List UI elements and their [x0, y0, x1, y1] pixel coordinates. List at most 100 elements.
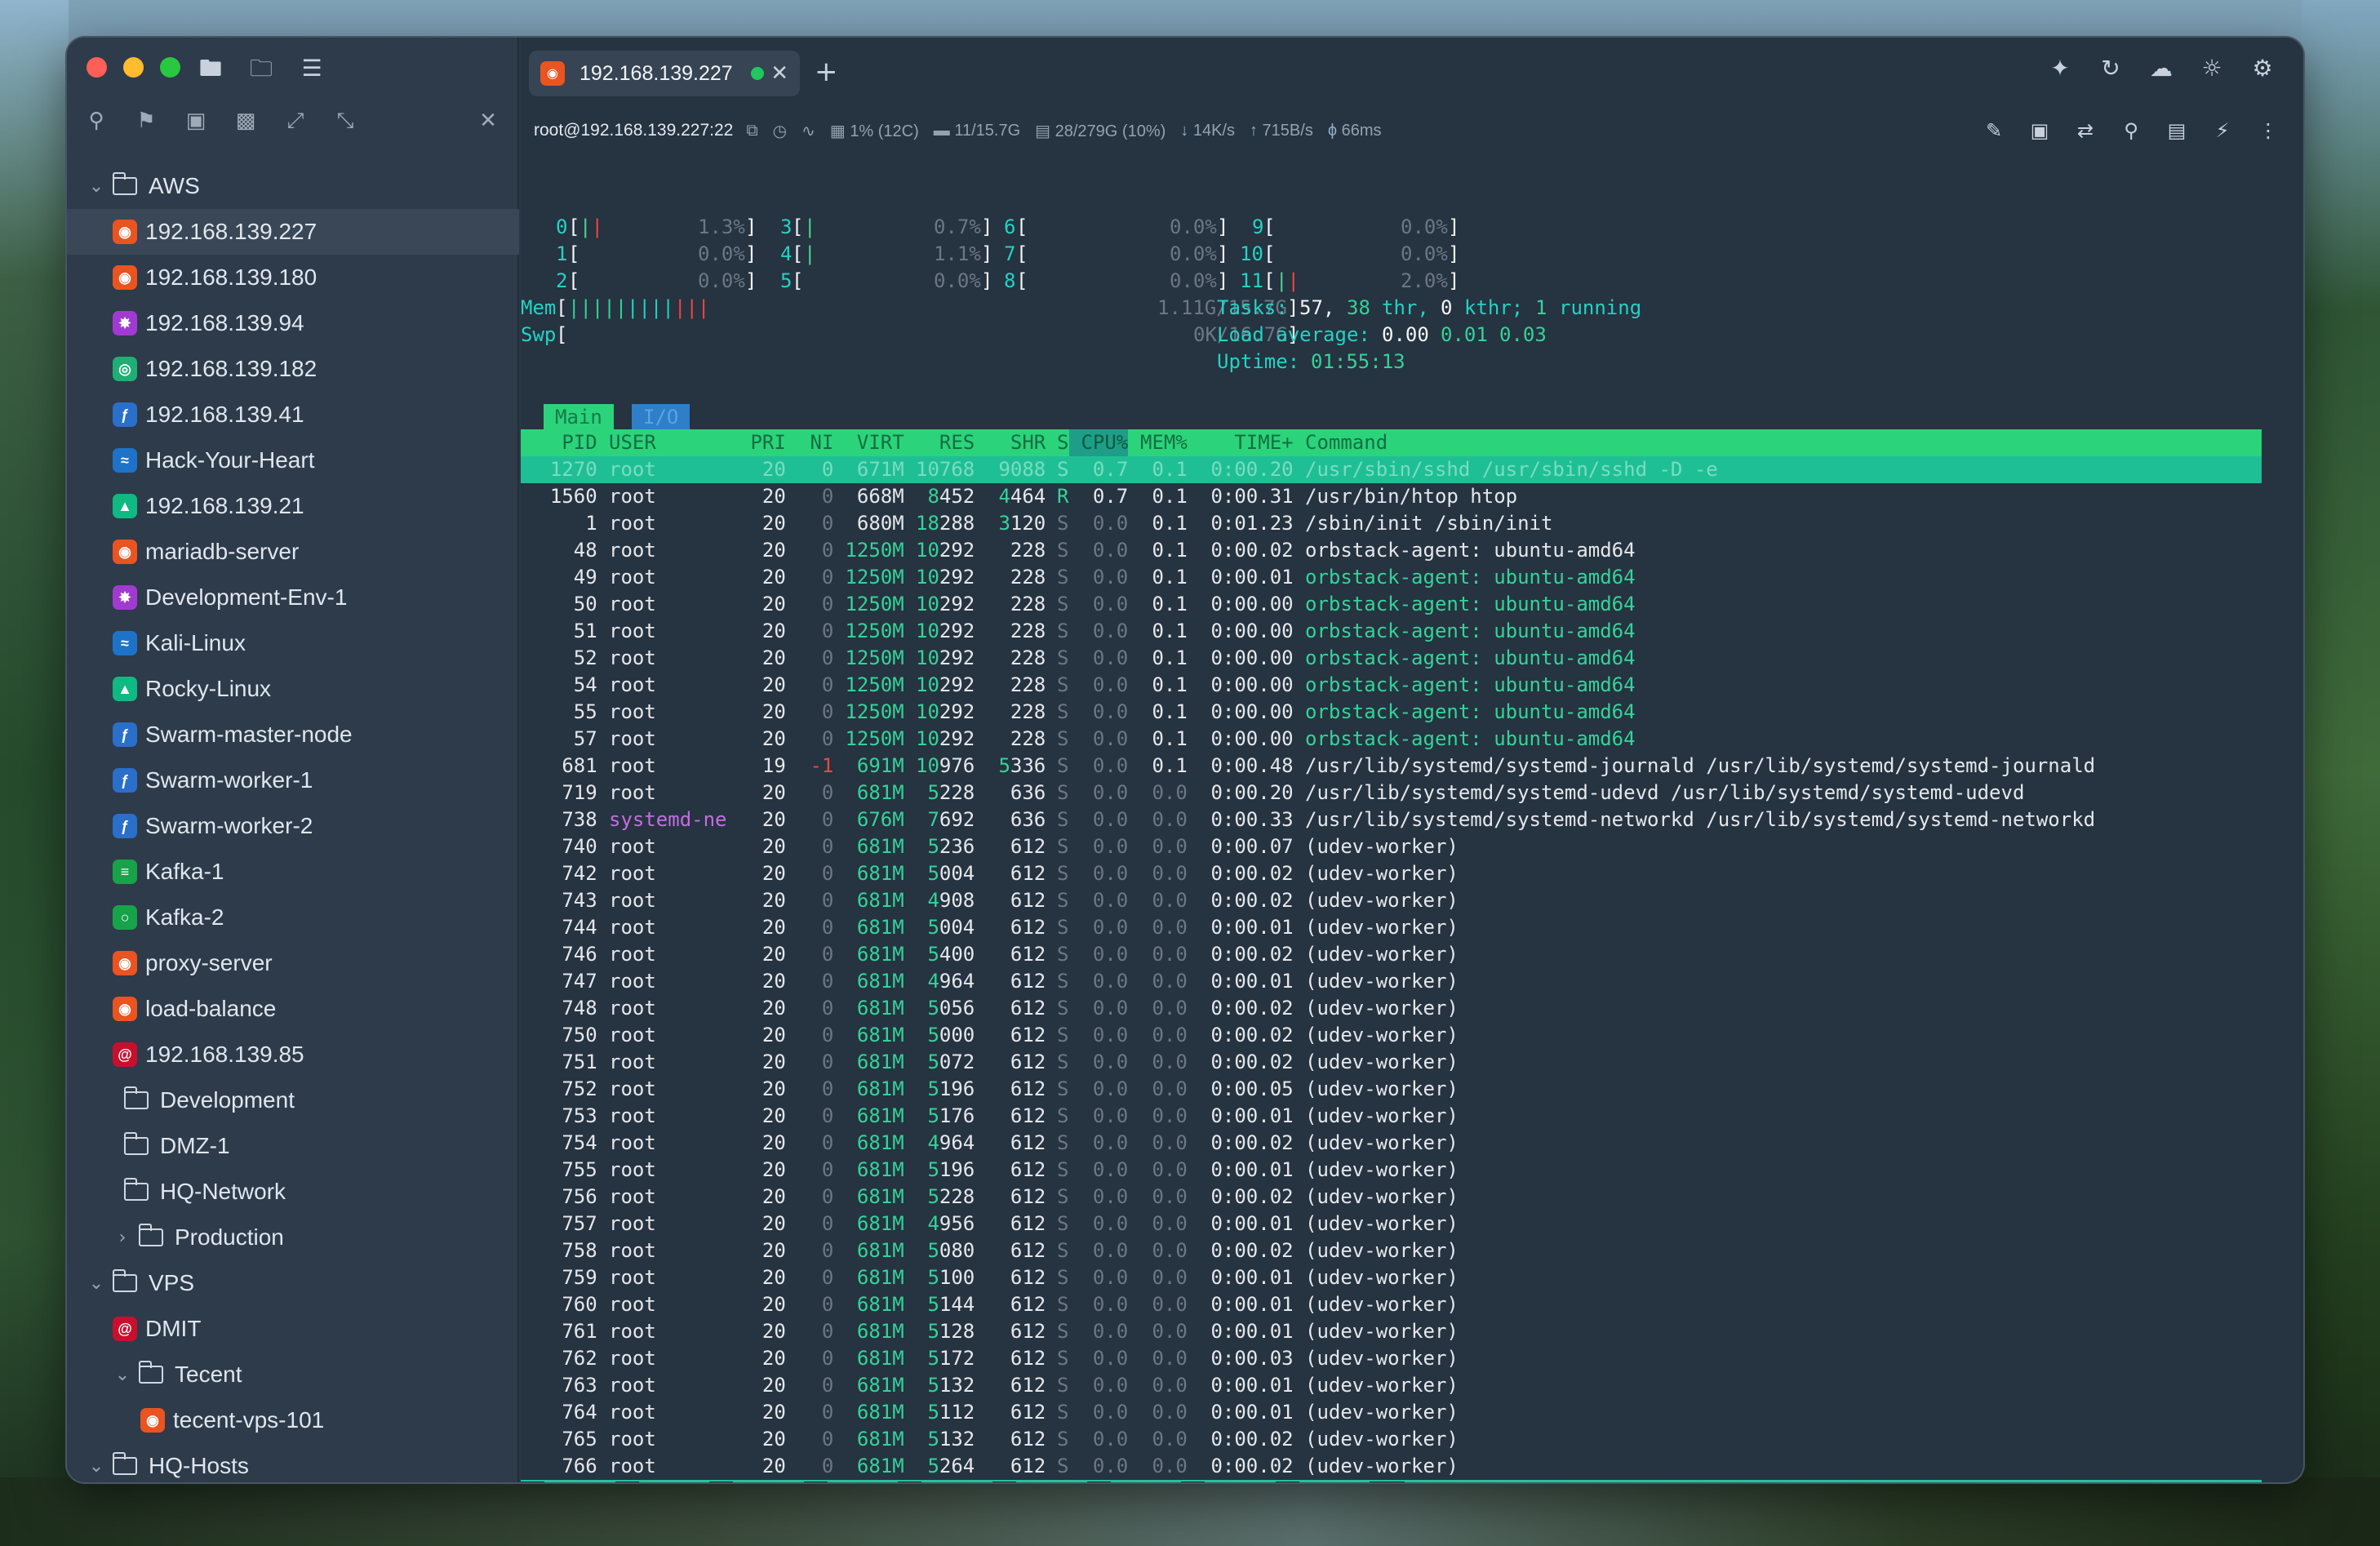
tree-item-group[interactable]: ⌄ VPS	[67, 1260, 519, 1306]
search-terminal-icon[interactable]: ⚲	[2120, 119, 2142, 142]
process-row[interactable]: 762 root 20 0 681M 5172 612 S 0.0 0.0 0:00…	[521, 1345, 2262, 1372]
process-row[interactable]: 755 root 20 0 681M 5196 612 S 0.0 0.0 0:00…	[521, 1157, 2262, 1184]
process-row[interactable]: 742 root 20 0 681M 5004 612 S 0.0 0.0 0:00…	[521, 860, 2262, 887]
cloud-icon[interactable]: ☁	[2148, 57, 2174, 80]
column-header-s[interactable]: S	[1057, 429, 1068, 456]
tree-item-host[interactable]: ◉ mariadb-server	[67, 529, 519, 575]
chevron-down-icon[interactable]: ⌄	[113, 1365, 132, 1385]
terminal[interactable]: 0[|| | 1.3%] 3[| | 0.7%] 6[0.0%] 9[0.0%] 1[0.0%]…	[521, 153, 2303, 1482]
column-header-cpu[interactable]: CPU%	[1069, 429, 1129, 456]
tab-session[interactable]: ◉ 192.168.139.227 ✕	[529, 51, 800, 96]
fkey-f7[interactable]: F7Nice -	[1087, 1480, 1182, 1482]
process-row[interactable]: 765 root 20 0 681M 5132 612 S 0.0 0.0 0:00…	[521, 1426, 2262, 1453]
process-row[interactable]: 756 root 20 0 681M 5228 612 S 0.0 0.0 0:00…	[521, 1184, 2262, 1211]
tree-item-host[interactable]: ƒ 192.168.139.41	[67, 392, 519, 438]
process-row[interactable]: 746 root 20 0 681M 5400 612 S 0.0 0.0 0:00…	[521, 941, 2262, 968]
process-row[interactable]: 54 root 20 0 1250M 10292 228 S 0.0 0.1 0:00…	[521, 672, 2262, 699]
settings-icon[interactable]: ⚙	[2249, 57, 2276, 80]
pen-icon[interactable]: ✎	[1983, 119, 2005, 142]
tree-item-host[interactable]: ◉ proxy-server	[67, 940, 519, 986]
tree-item-group[interactable]: ⌄ HQ-Hosts	[67, 1443, 519, 1482]
tree-item-group[interactable]: ⌄ AWS	[67, 163, 519, 209]
close-icon[interactable]: ✕	[475, 109, 501, 132]
tree-item-host[interactable]: ▲ Rocky-Linux	[67, 666, 519, 712]
process-row[interactable]: 1560 root 20 0 668M 8452 4464 R 0.7 0.1 0:…	[521, 483, 2262, 510]
new-connection-icon[interactable]: 🖿	[198, 57, 224, 80]
tree-item-host[interactable]: ◉ tecent-vps-101	[67, 1397, 519, 1443]
process-row[interactable]: 55 root 20 0 1250M 10292 228 S 0.0 0.1 0:00…	[521, 699, 2262, 726]
process-row[interactable]: 752 root 20 0 681M 5196 612 S 0.0 0.0 0:00…	[521, 1076, 2262, 1103]
process-row[interactable]: 764 root 20 0 681M 5112 612 S 0.0 0.0 0:00…	[521, 1399, 2262, 1426]
process-row[interactable]: 751 root 20 0 681M 5072 612 S 0.0 0.0 0:00…	[521, 1049, 2262, 1076]
search-icon[interactable]: ⚲	[83, 109, 109, 132]
column-header-shr[interactable]: SHR	[987, 429, 1046, 456]
fkey-f9[interactable]: F9Kill	[1276, 1480, 1370, 1482]
process-row[interactable]: 57 root 20 0 1250M 10292 228 S 0.0 0.1 0:00…	[521, 726, 2262, 753]
menu-icon[interactable]: ☰	[299, 57, 325, 80]
port-forward-icon[interactable]: ⇄	[2075, 119, 2096, 142]
process-row[interactable]: 757 root 20 0 681M 4956 612 S 0.0 0.0 0:00…	[521, 1211, 2262, 1237]
tree-item-folder[interactable]: Development	[67, 1077, 519, 1123]
process-row[interactable]: 51 root 20 0 1250M 10292 228 S 0.0 0.1 0:00…	[521, 618, 2262, 645]
theme-icon[interactable]: ☼	[2199, 57, 2225, 80]
new-tab-icon[interactable]: +	[815, 56, 838, 88]
tab-io[interactable]: I/O	[632, 404, 690, 429]
fkey-f4[interactable]: F4Filter	[804, 1480, 899, 1482]
process-row[interactable]: 763 root 20 0 681M 5132 612 S 0.0 0.0 0:00…	[521, 1372, 2262, 1399]
sftp-icon[interactable]: ▣	[2029, 119, 2050, 142]
tree-item-folder[interactable]: HQ-Network	[67, 1169, 519, 1215]
tree-item-host[interactable]: @ DMIT	[67, 1306, 519, 1352]
close-tab-icon[interactable]: ✕	[770, 61, 788, 86]
tree-item-host[interactable]: ✸ Development-Env-1	[67, 575, 519, 620]
zoom-window-button[interactable]	[160, 57, 180, 78]
tree-item-host[interactable]: ◎ 192.168.139.182	[67, 346, 519, 392]
process-row[interactable]: 52 root 20 0 1250M 10292 228 S 0.0 0.1 0:00…	[521, 645, 2262, 672]
sync-icon[interactable]: ↻	[2098, 57, 2124, 80]
fkey-f3[interactable]: F3Search	[709, 1480, 804, 1482]
snippet-icon[interactable]: ▤	[2166, 119, 2187, 142]
column-header-ni[interactable]: NI	[798, 429, 833, 456]
fkey-f6[interactable]: F6SortBy	[992, 1480, 1087, 1482]
process-row[interactable]: 753 root 20 0 681M 5176 612 S 0.0 0.0 0:00…	[521, 1103, 2262, 1130]
tree-item-folder[interactable]: DMZ-1	[67, 1123, 519, 1169]
chevron-down-icon[interactable]: ⌄	[87, 1456, 106, 1477]
tree-item-host[interactable]: ≈ Hack-Your-Heart	[67, 438, 519, 483]
fkey-f10[interactable]: F10Quit	[1370, 1480, 1452, 1482]
fkey-f1[interactable]: F1Help	[521, 1480, 615, 1482]
column-header-virt[interactable]: VIRT	[833, 429, 904, 456]
tree-item-host[interactable]: ✸ 192.168.139.94	[67, 300, 519, 346]
history-icon[interactable]: ◷	[773, 121, 787, 141]
column-header-cmd[interactable]: Command	[1305, 429, 1388, 456]
process-row[interactable]: 50 root 20 0 1250M 10292 228 S 0.0 0.1 0:00…	[521, 591, 2262, 618]
process-row[interactable]: 760 root 20 0 681M 5144 612 S 0.0 0.0 0:00…	[521, 1291, 2262, 1318]
column-header-pid[interactable]: PID	[526, 429, 597, 456]
process-row[interactable]: 48 root 20 0 1250M 10292 228 S 0.0 0.1 0:00…	[521, 537, 2262, 564]
column-header-mem[interactable]: MEM%	[1140, 429, 1188, 456]
tree-item-host[interactable]: ƒ Swarm-worker-1	[67, 757, 519, 803]
tree-item-group[interactable]: ⌄ Tecent	[67, 1352, 519, 1397]
tree-item-host[interactable]: ▲ 192.168.139.21	[67, 483, 519, 529]
tree-item-host[interactable]: @192.168.139.85	[67, 1032, 519, 1077]
process-row[interactable]: 738 systemd-ne 20 0 676M 7692 636 S 0.0 0.…	[521, 806, 2262, 833]
column-header-res[interactable]: RES	[916, 429, 975, 456]
process-row[interactable]: 750 root 20 0 681M 5000 612 S 0.0 0.0 0:00…	[521, 1022, 2262, 1049]
tree-item-host[interactable]: ≈ Kali-Linux	[67, 620, 519, 666]
new-folder-icon[interactable]: ▣	[183, 109, 209, 132]
tree-item-host[interactable]: ◉ 192.168.139.180	[67, 255, 519, 300]
fkey-f2[interactable]: F2Setup	[615, 1480, 710, 1482]
expand-icon[interactable]: ⤢	[282, 109, 309, 132]
process-row[interactable]: 744 root 20 0 681M 5004 612 S 0.0 0.0 0:00…	[521, 914, 2262, 941]
tree-item-host[interactable]: ○ Kafka-2	[67, 895, 519, 940]
process-row[interactable]: 747 root 20 0 681M 4964 612 S 0.0 0.0 0:00…	[521, 968, 2262, 995]
tag-icon[interactable]: ⚑	[133, 109, 159, 132]
tree-item-host[interactable]: ƒ Swarm-worker-2	[67, 803, 519, 849]
folder-icon[interactable]: 🗀	[248, 57, 274, 80]
tab-main[interactable]: Main	[544, 404, 614, 429]
process-row[interactable]: 759 root 20 0 681M 5100 612 S 0.0 0.0 0:00…	[521, 1264, 2262, 1291]
lightning-icon[interactable]: ⚡	[2212, 119, 2233, 142]
chevron-down-icon[interactable]: ⌄	[87, 176, 106, 197]
chevron-down-icon[interactable]: ⌄	[87, 1273, 106, 1294]
fkey-f8[interactable]: F8Nice +	[1181, 1480, 1276, 1482]
process-row[interactable]: 748 root 20 0 681M 5056 612 S 0.0 0.0 0:00…	[521, 995, 2262, 1022]
column-header-pri[interactable]: PRI	[739, 429, 785, 456]
